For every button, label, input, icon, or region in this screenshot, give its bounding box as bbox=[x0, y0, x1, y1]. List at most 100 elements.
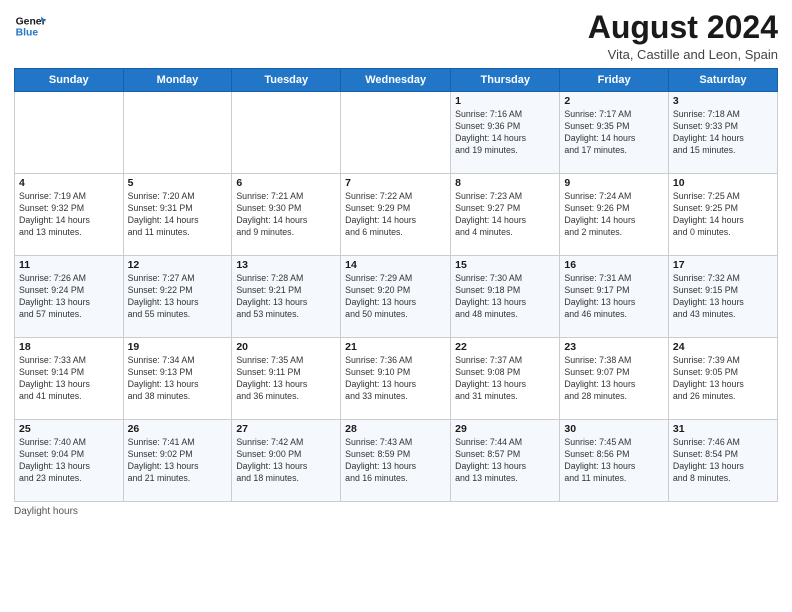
calendar-cell: 28 Sunrise: 7:43 AMSunset: 8:59 PMDayligh… bbox=[341, 420, 451, 502]
calendar-cell bbox=[123, 92, 232, 174]
day-info: Sunrise: 7:35 AMSunset: 9:11 PMDaylight:… bbox=[236, 355, 336, 403]
day-info: Sunrise: 7:43 AMSunset: 8:59 PMDaylight:… bbox=[345, 437, 446, 485]
day-number: 5 bbox=[128, 177, 228, 189]
calendar-cell: 15 Sunrise: 7:30 AMSunset: 9:18 PMDayligh… bbox=[451, 256, 560, 338]
day-info: Sunrise: 7:28 AMSunset: 9:21 PMDaylight:… bbox=[236, 273, 336, 321]
calendar-cell: 26Sunrise: 7:41 AMSunset: 9:02 PMDayligh… bbox=[123, 420, 232, 502]
day-info: Sunrise: 7:31 AMSunset: 9:17 PMDaylight:… bbox=[564, 273, 664, 321]
day-number: 8 bbox=[455, 177, 555, 189]
calendar-day-header: Wednesday bbox=[341, 69, 451, 92]
day-number: 2 bbox=[564, 95, 664, 107]
header: General Blue August 2024 Vita, Castille … bbox=[14, 10, 778, 62]
day-info: Sunrise: 7:21 AMSunset: 9:30 PMDaylight:… bbox=[236, 191, 336, 239]
calendar-cell: 21 Sunrise: 7:36 AMSunset: 9:10 PMDayligh… bbox=[341, 338, 451, 420]
day-info: Sunrise: 7:42 AMSunset: 9:00 PMDaylight:… bbox=[236, 437, 336, 485]
calendar-cell: 14 Sunrise: 7:29 AMSunset: 9:20 PMDayligh… bbox=[341, 256, 451, 338]
month-year-title: August 2024 bbox=[588, 10, 778, 45]
day-info: Sunrise: 7:26 AMSunset: 9:24 PMDaylight:… bbox=[19, 273, 119, 321]
calendar-cell: 4Sunrise: 7:19 AMSunset: 9:32 PMDaylight… bbox=[15, 174, 124, 256]
day-number: 16 bbox=[564, 259, 664, 271]
day-info: Sunrise: 7:23 AMSunset: 9:27 PMDaylight:… bbox=[455, 191, 555, 239]
day-info: Sunrise: 7:36 AMSunset: 9:10 PMDaylight:… bbox=[345, 355, 446, 403]
day-number: 25 bbox=[19, 423, 119, 435]
calendar-week-row: 11Sunrise: 7:26 AMSunset: 9:24 PMDayligh… bbox=[15, 256, 778, 338]
day-info: Sunrise: 7:17 AMSunset: 9:35 PMDaylight:… bbox=[564, 109, 664, 157]
day-info: Sunrise: 7:33 AMSunset: 9:14 PMDaylight:… bbox=[19, 355, 119, 403]
day-info: Sunrise: 7:22 AMSunset: 9:29 PMDaylight:… bbox=[345, 191, 446, 239]
day-number: 1 bbox=[455, 95, 555, 107]
day-number: 22 bbox=[455, 341, 555, 353]
calendar-cell: 22 Sunrise: 7:37 AMSunset: 9:08 PMDayligh… bbox=[451, 338, 560, 420]
calendar-header-row: SundayMondayTuesdayWednesdayThursdayFrid… bbox=[15, 69, 778, 92]
day-info: Sunrise: 7:38 AMSunset: 9:07 PMDaylight:… bbox=[564, 355, 664, 403]
day-info: Sunrise: 7:20 AMSunset: 9:31 PMDaylight:… bbox=[128, 191, 228, 239]
day-number: 23 bbox=[564, 341, 664, 353]
calendar-cell: 17 Sunrise: 7:32 AMSunset: 9:15 PMDayligh… bbox=[668, 256, 777, 338]
calendar-cell: 9 Sunrise: 7:24 AMSunset: 9:26 PMDaylight… bbox=[560, 174, 669, 256]
day-info: Sunrise: 7:18 AMSunset: 9:33 PMDaylight:… bbox=[673, 109, 773, 157]
calendar-cell bbox=[232, 92, 341, 174]
calendar-cell: 2 Sunrise: 7:17 AMSunset: 9:35 PMDaylight… bbox=[560, 92, 669, 174]
day-info: Sunrise: 7:29 AMSunset: 9:20 PMDaylight:… bbox=[345, 273, 446, 321]
day-info: Sunrise: 7:34 AMSunset: 9:13 PMDaylight:… bbox=[128, 355, 228, 403]
day-number: 17 bbox=[673, 259, 773, 271]
calendar-cell: 30 Sunrise: 7:45 AMSunset: 8:56 PMDayligh… bbox=[560, 420, 669, 502]
day-info: Sunrise: 7:41 AMSunset: 9:02 PMDaylight:… bbox=[128, 437, 228, 485]
day-number: 19 bbox=[128, 341, 228, 353]
calendar-day-header: Tuesday bbox=[232, 69, 341, 92]
day-info: Sunrise: 7:44 AMSunset: 8:57 PMDaylight:… bbox=[455, 437, 555, 485]
calendar-cell: 6 Sunrise: 7:21 AMSunset: 9:30 PMDaylight… bbox=[232, 174, 341, 256]
calendar-cell: 23 Sunrise: 7:38 AMSunset: 9:07 PMDayligh… bbox=[560, 338, 669, 420]
calendar-cell: 8 Sunrise: 7:23 AMSunset: 9:27 PMDaylight… bbox=[451, 174, 560, 256]
calendar-day-header: Friday bbox=[560, 69, 669, 92]
daylight-hours-label: Daylight hours bbox=[14, 506, 78, 517]
day-info: Sunrise: 7:30 AMSunset: 9:18 PMDaylight:… bbox=[455, 273, 555, 321]
calendar-cell: 27 Sunrise: 7:42 AMSunset: 9:00 PMDayligh… bbox=[232, 420, 341, 502]
day-info: Sunrise: 7:40 AMSunset: 9:04 PMDaylight:… bbox=[19, 437, 119, 485]
day-info: Sunrise: 7:24 AMSunset: 9:26 PMDaylight:… bbox=[564, 191, 664, 239]
calendar-cell: 7 Sunrise: 7:22 AMSunset: 9:29 PMDaylight… bbox=[341, 174, 451, 256]
day-number: 15 bbox=[455, 259, 555, 271]
calendar-cell: 19 Sunrise: 7:34 AMSunset: 9:13 PMDayligh… bbox=[123, 338, 232, 420]
calendar-week-row: 18 Sunrise: 7:33 AMSunset: 9:14 PMDayligh… bbox=[15, 338, 778, 420]
calendar-cell: 18 Sunrise: 7:33 AMSunset: 9:14 PMDayligh… bbox=[15, 338, 124, 420]
calendar-day-header: Saturday bbox=[668, 69, 777, 92]
calendar-cell: 24Sunrise: 7:39 AMSunset: 9:05 PMDayligh… bbox=[668, 338, 777, 420]
day-number: 28 bbox=[345, 423, 446, 435]
calendar-week-row: 4Sunrise: 7:19 AMSunset: 9:32 PMDaylight… bbox=[15, 174, 778, 256]
calendar-cell: 16 Sunrise: 7:31 AMSunset: 9:17 PMDayligh… bbox=[560, 256, 669, 338]
calendar-cell: 12Sunrise: 7:27 AMSunset: 9:22 PMDayligh… bbox=[123, 256, 232, 338]
day-number: 20 bbox=[236, 341, 336, 353]
day-number: 29 bbox=[455, 423, 555, 435]
day-number: 6 bbox=[236, 177, 336, 189]
calendar-cell bbox=[15, 92, 124, 174]
day-number: 21 bbox=[345, 341, 446, 353]
day-number: 14 bbox=[345, 259, 446, 271]
calendar-cell bbox=[341, 92, 451, 174]
day-info: Sunrise: 7:37 AMSunset: 9:08 PMDaylight:… bbox=[455, 355, 555, 403]
calendar-cell: 31Sunrise: 7:46 AMSunset: 8:54 PMDayligh… bbox=[668, 420, 777, 502]
calendar-cell: 20 Sunrise: 7:35 AMSunset: 9:11 PMDayligh… bbox=[232, 338, 341, 420]
logo-icon: General Blue bbox=[14, 10, 46, 42]
calendar-cell: 13 Sunrise: 7:28 AMSunset: 9:21 PMDayligh… bbox=[232, 256, 341, 338]
page: General Blue August 2024 Vita, Castille … bbox=[0, 0, 792, 612]
day-number: 13 bbox=[236, 259, 336, 271]
day-info: Sunrise: 7:27 AMSunset: 9:22 PMDaylight:… bbox=[128, 273, 228, 321]
calendar-cell: 25 Sunrise: 7:40 AMSunset: 9:04 PMDayligh… bbox=[15, 420, 124, 502]
day-number: 9 bbox=[564, 177, 664, 189]
day-info: Sunrise: 7:16 AMSunset: 9:36 PMDaylight:… bbox=[455, 109, 555, 157]
day-info: Sunrise: 7:32 AMSunset: 9:15 PMDaylight:… bbox=[673, 273, 773, 321]
day-number: 30 bbox=[564, 423, 664, 435]
day-number: 3 bbox=[673, 95, 773, 107]
day-number: 27 bbox=[236, 423, 336, 435]
calendar-cell: 11Sunrise: 7:26 AMSunset: 9:24 PMDayligh… bbox=[15, 256, 124, 338]
day-number: 7 bbox=[345, 177, 446, 189]
day-number: 10 bbox=[673, 177, 773, 189]
logo: General Blue bbox=[14, 10, 46, 42]
calendar-day-header: Monday bbox=[123, 69, 232, 92]
day-number: 18 bbox=[19, 341, 119, 353]
calendar-week-row: 1 Sunrise: 7:16 AMSunset: 9:36 PMDaylight… bbox=[15, 92, 778, 174]
day-info: Sunrise: 7:45 AMSunset: 8:56 PMDaylight:… bbox=[564, 437, 664, 485]
calendar-cell: 1 Sunrise: 7:16 AMSunset: 9:36 PMDaylight… bbox=[451, 92, 560, 174]
day-info: Sunrise: 7:19 AMSunset: 9:32 PMDaylight:… bbox=[19, 191, 119, 239]
